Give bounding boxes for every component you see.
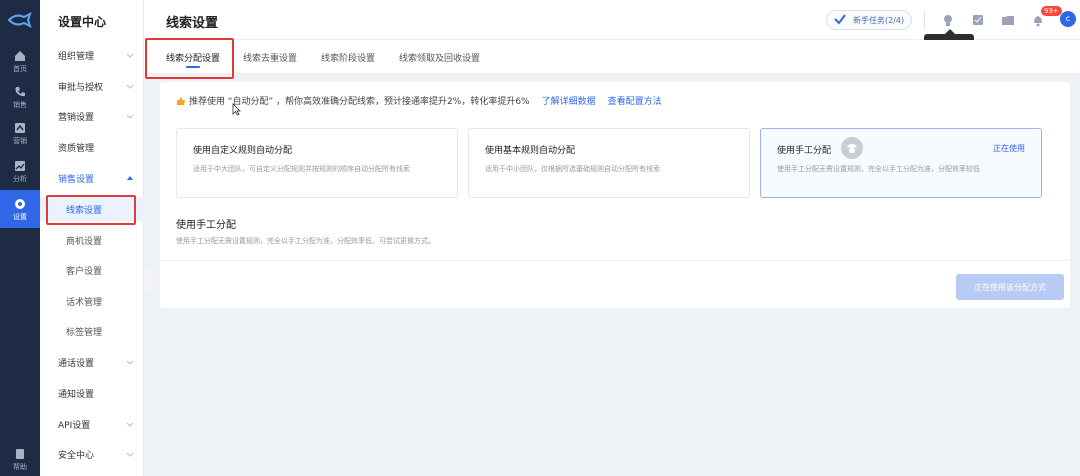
sidebar-title: 设置中心 bbox=[58, 15, 107, 29]
sidebar-item-label: 通知设置 bbox=[58, 389, 95, 400]
phone-icon bbox=[15, 87, 25, 97]
card-status: 正在使用 bbox=[993, 144, 1025, 153]
highlight-box-tab bbox=[145, 38, 234, 79]
rail-label: 设置 bbox=[13, 213, 27, 221]
avatar[interactable]: c bbox=[1060, 11, 1076, 27]
sidebar-item-label: API设置 bbox=[58, 420, 91, 431]
chevron-down-icon bbox=[126, 360, 134, 365]
checkbox-icon[interactable] bbox=[971, 13, 985, 27]
lightbulb-icon[interactable] bbox=[941, 13, 955, 27]
rail-item-help[interactable]: 帮助 bbox=[0, 440, 40, 476]
app-rail: 首页 销售 营销 分析 设置 帮助 bbox=[0, 0, 40, 476]
chevron-up-icon bbox=[127, 176, 133, 180]
tab-lead-stage[interactable]: 线索阶段设置 bbox=[321, 51, 375, 64]
chevron-down-icon bbox=[126, 422, 134, 427]
section-desc: 使用手工分配无需设置规则，完全以手工分配为准，分配效率低，可尝试更换方式。 bbox=[176, 237, 435, 245]
sidebar-item-security[interactable]: 安全中心 bbox=[40, 442, 144, 466]
sidebar-item-label: 话术管理 bbox=[66, 297, 103, 308]
sidebar-item-label: 营销设置 bbox=[58, 112, 95, 123]
gear-icon bbox=[15, 199, 25, 209]
sidebar-item-label: 商机设置 bbox=[66, 236, 103, 247]
check-shield-icon bbox=[834, 14, 846, 25]
rail-label: 帮助 bbox=[13, 463, 27, 471]
sidebar-item-org[interactable]: 组织管理 bbox=[40, 43, 144, 67]
section-title: 使用手工分配 bbox=[176, 220, 236, 231]
telephone-icon bbox=[841, 137, 863, 159]
notification-badge: 99+ bbox=[1041, 6, 1062, 16]
rail-label: 销售 bbox=[13, 101, 27, 109]
sidebar-collapse-handle[interactable] bbox=[144, 270, 152, 292]
rail-label: 营销 bbox=[13, 137, 27, 145]
chevron-down-icon bbox=[126, 53, 134, 58]
sidebar-item-scripts[interactable]: 话术管理 bbox=[40, 289, 144, 313]
sidebar-item-label: 通话设置 bbox=[58, 358, 95, 369]
rail-label: 首页 bbox=[13, 65, 27, 73]
sidebar-item-label: 组织管理 bbox=[58, 51, 95, 62]
onboarding-task-button[interactable]: 新手任务(2/4) bbox=[826, 10, 912, 30]
sidebar-item-marketing[interactable]: 营销设置 bbox=[40, 104, 144, 128]
section-divider bbox=[160, 260, 1070, 261]
header-divider bbox=[924, 12, 925, 28]
marketing-icon bbox=[15, 123, 25, 133]
view-config-link[interactable]: 查看配置方法 bbox=[608, 94, 662, 107]
help-icon bbox=[16, 449, 24, 459]
rail-item-settings[interactable]: 设置 bbox=[0, 190, 40, 228]
card-desc: 适用于中小团队，仅根据所选基础规则自动分配所有线索 bbox=[485, 165, 660, 173]
settings-tabs: 线索分配设置 线索去重设置 线索阶段设置 线索领取及回收设置 bbox=[144, 40, 1080, 74]
option-card-basic-rules[interactable]: 使用基本规则自动分配 适用于中小团队，仅根据所选基础规则自动分配所有线索 bbox=[468, 128, 750, 198]
rail-label: 分析 bbox=[13, 175, 27, 183]
sidebar-item-api[interactable]: API设置 bbox=[40, 412, 144, 436]
sidebar-item-opportunity[interactable]: 商机设置 bbox=[40, 228, 144, 252]
card-title: 使用手工分配 bbox=[777, 146, 832, 156]
sidebar-item-approval[interactable]: 审批与授权 bbox=[40, 74, 144, 98]
card-desc: 使用手工分配无需设置规则，完全以手工分配为准，分配效率较低 bbox=[777, 165, 980, 173]
folder-icon[interactable] bbox=[1001, 13, 1015, 27]
sidebar-item-tags[interactable]: 标签管理 bbox=[40, 319, 144, 343]
sidebar-item-label: 资质管理 bbox=[58, 143, 95, 154]
recommend-tip: 推荐使用 “自动分配” ，帮你高效准确分配线索，预计接通率提升2%，转化率提升6… bbox=[176, 94, 662, 107]
view-data-link[interactable]: 了解详细数据 bbox=[542, 94, 596, 107]
apply-assignment-button[interactable]: 正在使用该分配方式 bbox=[956, 274, 1064, 300]
tab-lead-claim-recycle[interactable]: 线索领取及回收设置 bbox=[399, 51, 480, 64]
sidebar-item-label: 审批与授权 bbox=[58, 82, 104, 93]
card-title: 使用自定义规则自动分配 bbox=[193, 146, 293, 156]
chevron-down-icon bbox=[126, 114, 134, 119]
sidebar-item-label: 安全中心 bbox=[58, 450, 95, 461]
assignment-panel: 推荐使用 “自动分配” ，帮你高效准确分配线索，预计接通率提升2%，转化率提升6… bbox=[160, 82, 1070, 308]
sidebar-item-label: 标签管理 bbox=[66, 327, 103, 338]
option-card-manual[interactable]: 使用手工分配 正在使用 使用手工分配无需设置规则，完全以手工分配为准，分配效率较… bbox=[760, 128, 1042, 198]
chevron-down-icon bbox=[126, 452, 134, 457]
sidebar-item-label: 客户设置 bbox=[66, 266, 103, 277]
chevron-down-icon bbox=[126, 84, 134, 89]
sidebar-item-call[interactable]: 通话设置 bbox=[40, 350, 144, 374]
sidebar-item-customer[interactable]: 客户设置 bbox=[40, 258, 144, 282]
rail-item-analysis[interactable]: 分析 bbox=[0, 152, 40, 190]
option-card-custom-rules[interactable]: 使用自定义规则自动分配 适用于中大团队，可自定义分配规则并按规则的顺序自动分配所… bbox=[176, 128, 458, 198]
thumbs-up-icon bbox=[177, 96, 185, 105]
tab-lead-dedup[interactable]: 线索去重设置 bbox=[243, 51, 297, 64]
sidebar-item-notify[interactable]: 通知设置 bbox=[40, 381, 144, 405]
home-icon bbox=[15, 51, 25, 61]
fish-logo-icon[interactable] bbox=[6, 12, 34, 28]
sidebar-item-qualification[interactable]: 资质管理 bbox=[40, 135, 144, 159]
page-title: 线索设置 bbox=[166, 16, 219, 31]
mouse-cursor-icon bbox=[232, 103, 241, 116]
card-title: 使用基本规则自动分配 bbox=[485, 146, 576, 156]
sidebar-item-label: 销售设置 bbox=[58, 174, 95, 185]
settings-sidebar: 设置中心 组织管理 审批与授权 营销设置 资质管理 销售设置 线索设置 商机设置… bbox=[40, 0, 144, 476]
task-label: 新手任务(2/4) bbox=[853, 15, 905, 25]
rail-item-marketing[interactable]: 营销 bbox=[0, 114, 40, 152]
sidebar-item-sales-settings[interactable]: 销售设置 bbox=[40, 166, 144, 190]
chart-icon bbox=[15, 161, 25, 171]
rail-item-sales[interactable]: 销售 bbox=[0, 78, 40, 116]
card-desc: 适用于中大团队，可自定义分配规则并按规则的顺序自动分配所有线索 bbox=[193, 165, 410, 173]
rail-item-home[interactable]: 首页 bbox=[0, 42, 40, 80]
highlight-box-sidebar bbox=[46, 195, 136, 225]
